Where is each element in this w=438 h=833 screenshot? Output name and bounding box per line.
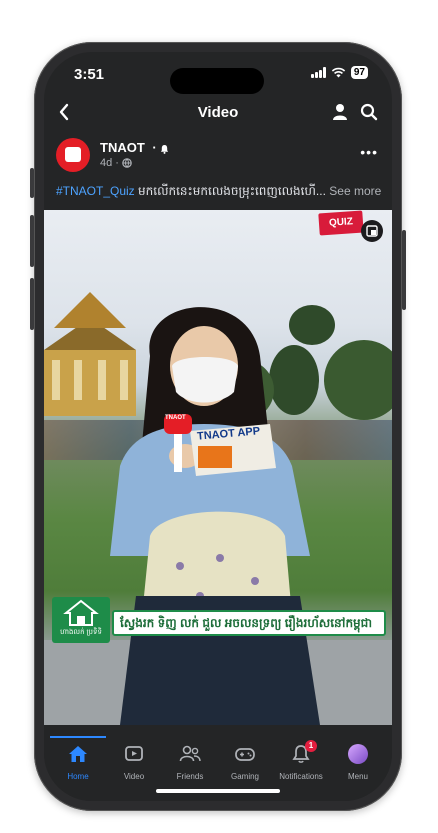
phone-mute-switch [30,168,34,198]
home-indicator [156,789,280,793]
home-icon [69,746,87,762]
gaming-icon [235,748,255,761]
tab-notifications[interactable]: 1 Notifications [271,740,331,781]
caption-text: មកលើកនេះមកលេងចម្រុះពេញលេងហើ... [134,184,326,198]
tab-label: Notifications [279,772,323,781]
wifi-icon [331,67,346,78]
signal-icon [310,67,326,78]
notification-badge: 1 [305,740,317,752]
profile-icon[interactable] [332,103,348,121]
tab-label: Friends [176,772,204,781]
post-author[interactable]: TNAOT · [100,140,169,155]
post-header: TNAOT · 4d · ••• [56,138,380,174]
house-icon [63,599,99,626]
video-subtitle: ហាងលក់ ប្រទិទិ ស្វែងរក ទិញ លក់ ជួល អចលនទ… [52,597,386,643]
bell-icon [161,144,169,154]
friends-icon [179,745,201,762]
globe-icon [122,158,132,168]
post-meta: 4d · [100,157,132,169]
mic-label: TNAOT [165,415,186,421]
caption-hashtag[interactable]: #TNAOT_Quiz [56,184,135,198]
tab-label: Video [123,772,145,781]
tab-label: Menu [347,772,368,781]
video-icon [125,746,143,761]
author-name: TNAOT [100,140,145,155]
active-tab-indicator [50,736,106,738]
top-nav: Video [44,100,392,128]
tab-friends[interactable]: Friends [160,744,220,781]
tab-gaming[interactable]: Gaming [215,744,275,781]
author-avatar[interactable] [56,138,90,172]
status-time: 3:51 [74,66,105,83]
quiz-badge: QUIZ [318,210,364,236]
nav-actions [332,103,378,121]
dynamic-island [170,68,264,94]
sponsor-logo: ហាងលក់ ប្រទិទិ [52,597,110,643]
tab-label: Gaming [230,772,259,781]
app-screen: 3:51 97 Video TNAOT · 4d · ••• #TNAOT_Qu… [44,52,392,801]
search-icon[interactable] [360,103,378,121]
tab-home[interactable]: Home [48,744,108,781]
tab-label: Home [67,772,89,781]
author-separator: · [152,140,157,155]
tab-menu[interactable]: Menu [328,744,388,781]
status-bar: 3:51 97 [44,52,392,96]
battery-icon: 97 [350,66,368,79]
pip-icon [366,225,378,237]
post-time: 4d · [100,157,119,169]
see-more-link[interactable]: See more [329,184,381,198]
tab-video[interactable]: Video [104,744,164,781]
video-player[interactable]: TNAOT APP TNAOT QUIZ ហាងលក់ ប្រទិទិ ស្វែ… [44,210,392,725]
interviewee-figure [110,307,320,725]
sponsor-text: ហាងលក់ ប្រទិទិ [60,629,102,636]
phone-volume-up [30,215,34,267]
bottom-tab-bar: Home Video Friends Gaming 1 Notification… [44,736,392,801]
phone-power-button [402,230,406,310]
avatar [348,744,368,764]
post-caption: #TNAOT_Quiz មកលើកនេះមកលេងចម្រុះពេញលេងហើ.… [56,183,386,201]
status-icons: 97 [310,66,368,79]
tnaot-logo-icon [65,147,81,162]
more-options-icon[interactable]: ••• [360,144,378,160]
phone-volume-down [30,278,34,330]
subtitle-text: ស្វែងរក ទិញ លក់ ជួល អចលនទ្រព្យ រឿងរហ័សនៅ… [112,610,386,636]
picture-in-picture-button[interactable] [361,220,383,242]
